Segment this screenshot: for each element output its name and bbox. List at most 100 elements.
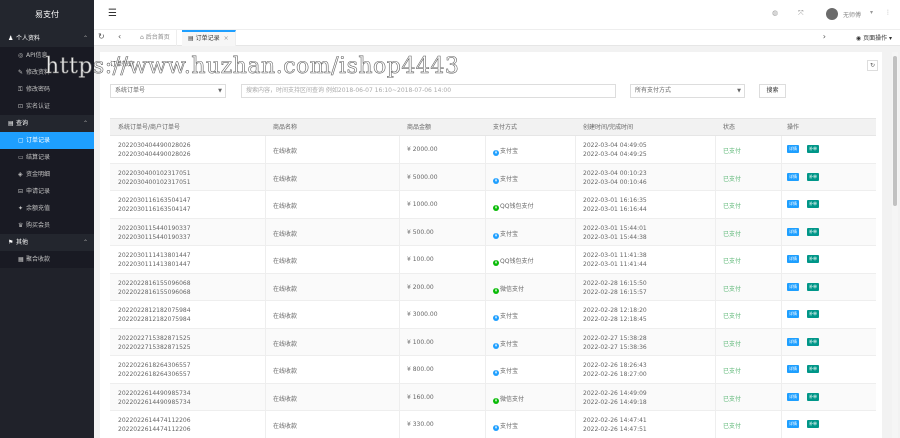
search-button[interactable]: 搜索 — [759, 84, 786, 98]
scrollbar-thumb[interactable] — [893, 56, 897, 206]
lock-icon: ⚿ — [18, 86, 23, 93]
amount: ¥ 100.00 — [407, 338, 434, 346]
vip-icon: ♛ — [18, 222, 24, 229]
fullscreen-icon[interactable]: ⤧ — [798, 9, 804, 18]
top-header: ☰ ◍ ⤧ 无师傅 ▾ ⋮ — [94, 0, 900, 30]
sidebar-item-1-2[interactable]: ◈ 资金明细 — [0, 166, 94, 183]
sidebar-group-1[interactable]: ▤ 查询 ⌃ — [0, 115, 94, 132]
tab-home[interactable]: ⌂ 后台首页 — [134, 30, 177, 46]
chevron-right-icon[interactable]: › — [823, 32, 826, 41]
order-times: 2022-02-26 14:49:09 2022-02-26 14:49:18 — [583, 389, 647, 406]
table-row: 2022022614490985734 2022022614490985734 在… — [110, 383, 876, 411]
detail-button[interactable]: 详情 — [787, 227, 799, 236]
chevron-down-icon: ▼ — [218, 88, 222, 94]
table-row: 2022030111413801447 2022030111413801447 在… — [110, 246, 876, 274]
notify-button[interactable]: 补单 — [807, 420, 819, 428]
notify-button[interactable]: 补单 — [807, 227, 819, 236]
pay-type-icon: ¥ — [493, 287, 499, 294]
detail-button[interactable]: 详情 — [787, 392, 799, 401]
detail-button[interactable]: 详情 — [787, 365, 799, 373]
order-numbers: 2022030404490028026 2022030404490028026 — [118, 142, 191, 158]
notify-button[interactable]: 补单 — [807, 337, 819, 346]
more-icon[interactable]: ⋮ — [885, 9, 891, 16]
detail-button[interactable]: 详情 — [787, 310, 799, 318]
order-times: 2022-02-28 16:15:50 2022-02-28 16:15:57 — [583, 279, 647, 296]
amount: ¥ 3000.00 — [407, 311, 438, 318]
notify-button[interactable]: 补单 — [807, 145, 819, 153]
table-row: 2022022618264306557 2022022618264306557 在… — [110, 356, 876, 384]
notify-button[interactable]: 补单 — [807, 365, 819, 373]
order-times: 2022-02-28 12:18:20 2022-02-28 12:18:45 — [583, 307, 647, 323]
order-times: 2022-03-04 00:10:23 2022-03-04 00:10:46 — [583, 169, 647, 186]
order-times: 2022-03-01 11:41:38 2022-03-01 11:41:44 — [583, 252, 647, 268]
pay-type-icon: ¥ — [493, 425, 499, 431]
chevron-left-icon[interactable]: ‹ — [118, 32, 121, 41]
apply-icon: ⊟ — [18, 188, 24, 195]
username[interactable]: 无师傅 — [843, 10, 861, 19]
table-row: 2022022614474112206 2022022614474112206 在… — [110, 411, 876, 438]
detail-button[interactable]: 详情 — [787, 337, 799, 346]
document-icon: ▤ — [188, 35, 196, 42]
detail-button[interactable]: 详情 — [787, 420, 799, 428]
sidebar-item-1-4[interactable]: ✦ 余额充值 — [0, 200, 94, 217]
col-header-order-no: 系统订单号/商户订单号 — [118, 124, 181, 131]
product-name: 在线收款 — [273, 368, 298, 375]
sidebar-item-1-1[interactable]: ▭ 结算记录 — [0, 149, 94, 166]
settle-icon: ▭ — [18, 154, 24, 161]
avatar[interactable] — [826, 8, 838, 20]
sidebar-group-0[interactable]: ♟ 个人资料 ⌃ — [0, 30, 94, 47]
detail-button[interactable]: 详情 — [787, 145, 799, 153]
theme-icon[interactable]: ◍ — [772, 9, 778, 17]
order-numbers: 2022022614474112206 2022022614474112206 — [118, 417, 191, 433]
detail-button[interactable]: 详情 — [787, 255, 799, 263]
refresh-icon[interactable]: ↻ — [98, 32, 105, 41]
notify-button[interactable]: 补单 — [807, 172, 819, 181]
tab-orders[interactable]: ▤ 订单记录 × — [182, 30, 236, 46]
chevron-down-icon: ▾ — [887, 35, 892, 42]
pay-type-icon: ¥ — [493, 370, 499, 376]
refresh-button[interactable]: ↻ — [867, 60, 878, 71]
main-content: 订单筛选 ↻ 系统订单号 ▼ 搜索内容，时间支持区间查询 例如2018-06-07… — [100, 52, 882, 438]
notify-button[interactable]: 补单 — [807, 392, 819, 401]
amount: ¥ 800.00 — [407, 366, 434, 373]
sidebar-item-1-5[interactable]: ♛ 购买会员 — [0, 217, 94, 234]
pay-type-icon: ¥ — [493, 315, 499, 321]
notify-button[interactable]: 补单 — [807, 282, 819, 291]
menu-toggle-icon[interactable]: ☰ — [108, 8, 117, 19]
sidebar-item-2-0[interactable]: ▦ 聚合收款 — [0, 251, 94, 268]
col-header-amount: 商品金额 — [407, 124, 432, 131]
product-name: 在线收款 — [273, 230, 298, 238]
sidebar-group-2[interactable]: ⚑ 其他 ⌃ — [0, 234, 94, 251]
pay-type-icon: ¥ — [493, 260, 499, 266]
notify-button[interactable]: 补单 — [807, 255, 819, 263]
sidebar-item-0-3[interactable]: ⊡ 实名认证 — [0, 98, 94, 115]
col-header-time: 创建时间/完成时间 — [583, 124, 634, 131]
scrollbar[interactable] — [892, 52, 898, 438]
close-icon[interactable]: × — [224, 35, 229, 42]
pay-type: ¥ 支付宝 — [493, 313, 519, 321]
pay-type: ¥ QQ钱包支付 — [493, 258, 534, 266]
search-input[interactable]: 搜索内容，时间支持区间查询 例如2018-06-07 16:10~2018-07… — [241, 84, 616, 98]
sidebar-item-1-0[interactable]: ▢ 订单记录 — [0, 132, 94, 149]
sidebar-item-1-3[interactable]: ⊟ 申请记录 — [0, 183, 94, 200]
page-ops-menu[interactable]: ◉ 页面操作 ▾ — [856, 33, 892, 42]
amount: ¥ 160.00 — [407, 393, 434, 401]
api-icon: ◎ — [18, 52, 24, 59]
pay-type: ¥ 支付宝 — [493, 423, 519, 431]
sidebar-item-0-2[interactable]: ⚿ 修改密码 — [0, 81, 94, 98]
pay-type-icon: ¥ — [493, 342, 499, 349]
app-logo[interactable]: 易支付 — [0, 0, 94, 30]
status-badge: 已支付 — [723, 423, 742, 430]
detail-button[interactable]: 详情 — [787, 282, 799, 291]
chevron-down-icon[interactable]: ▾ — [870, 9, 873, 16]
notify-button[interactable]: 补单 — [807, 200, 819, 208]
col-header-pay-type: 支付方式 — [493, 124, 518, 131]
field-select[interactable]: 系统订单号 ▼ — [110, 84, 226, 98]
product-name: 在线收款 — [273, 285, 298, 293]
status-badge: 已支付 — [723, 285, 742, 293]
detail-button[interactable]: 详情 — [787, 172, 799, 181]
notify-button[interactable]: 补单 — [807, 310, 819, 318]
product-name: 在线收款 — [273, 175, 298, 183]
pay-type-select[interactable]: 所有支付方式 ▼ — [630, 84, 745, 98]
detail-button[interactable]: 详情 — [787, 200, 799, 208]
